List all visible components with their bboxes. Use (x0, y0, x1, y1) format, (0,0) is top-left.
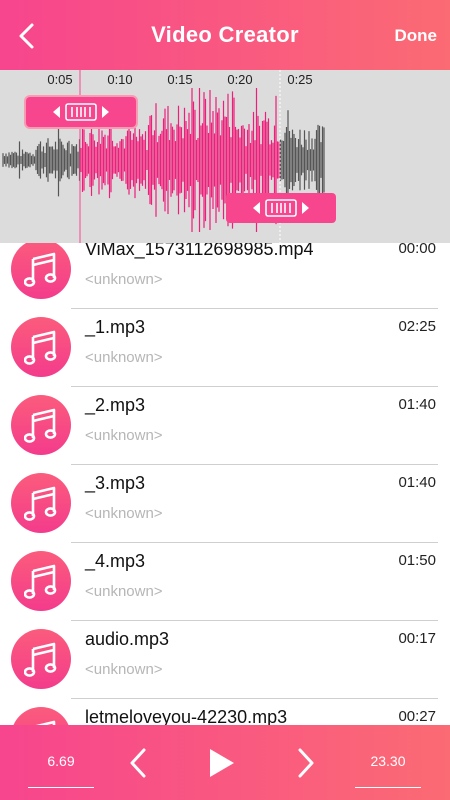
page-title: Video Creator (151, 22, 299, 47)
file-duration: 00:17 (398, 630, 436, 647)
next-button[interactable] (286, 743, 326, 783)
list-item[interactable]: _2.mp3 <unknown> 01:40 (0, 387, 450, 465)
list-item[interactable]: audio.mp3 <unknown> 00:17 (0, 621, 450, 699)
avatar (11, 243, 71, 299)
drag-handle-icon (253, 199, 309, 217)
divider (355, 787, 421, 788)
file-name: _1.mp3 (85, 317, 146, 337)
list-item[interactable]: _4.mp3 <unknown> 01:50 (0, 543, 450, 621)
avatar (11, 473, 71, 533)
file-duration: 00:27 (398, 708, 436, 725)
file-duration: 01:50 (398, 552, 436, 569)
play-button[interactable] (201, 743, 241, 783)
file-duration: 00:00 (398, 243, 436, 257)
previous-button[interactable] (118, 743, 158, 783)
timeline-label: 0:15 (167, 72, 193, 87)
list-item[interactable]: _3.mp3 <unknown> 01:40 (0, 465, 450, 543)
play-icon (210, 749, 234, 777)
music-note-icon (24, 564, 57, 599)
file-artist: <unknown> (85, 271, 163, 288)
list-item[interactable]: ViMax_1573112698985.mp4 <unknown> 00:00 (0, 243, 450, 309)
music-note-icon (24, 642, 57, 677)
timeline-label: 0:25 (287, 72, 313, 87)
chevron-left-icon (130, 748, 146, 778)
file-name: _3.mp3 (85, 473, 146, 493)
end-time-field[interactable]: 23.30 (355, 753, 421, 788)
audio-file-list[interactable]: ViMax_1573112698985.mp4 <unknown> 00:00 _1.… (0, 243, 450, 725)
music-note-icon (24, 252, 57, 287)
avatar (11, 707, 71, 725)
timeline-label: 0:05 (47, 72, 73, 87)
avatar (11, 395, 71, 455)
file-artist: <unknown> (85, 583, 163, 600)
file-name: letmeloveyou-42230.mp3 (85, 707, 288, 725)
done-button[interactable]: Done (395, 26, 438, 46)
file-duration: 01:40 (398, 396, 436, 413)
start-time-field[interactable]: 6.69 (28, 753, 94, 788)
avatar (11, 551, 71, 611)
trim-end-handle[interactable] (226, 193, 336, 223)
file-name: audio.mp3 (85, 629, 170, 649)
file-artist: <unknown> (85, 427, 163, 444)
file-name: _4.mp3 (85, 551, 146, 571)
timeline-label: 0:20 (227, 72, 253, 87)
file-name: ViMax_1573112698985.mp4 (85, 243, 314, 259)
divider (28, 787, 94, 788)
playback-controls: 6.69 23.30 (0, 725, 450, 800)
audio-waveform (2, 70, 325, 243)
file-duration: 01:40 (398, 474, 436, 491)
file-artist: <unknown> (85, 661, 163, 678)
app-header: Video Creator Done (0, 0, 450, 70)
file-duration: 02:25 (398, 318, 436, 335)
music-note-icon (24, 486, 57, 521)
file-artist: <unknown> (85, 349, 163, 366)
avatar (11, 629, 71, 689)
music-note-icon (24, 330, 57, 365)
waveform-editor[interactable]: 0:05 0:10 0:15 0:20 0:25 (0, 70, 450, 243)
timeline-label: 0:10 (107, 72, 133, 87)
list-item[interactable]: _1.mp3 <unknown> 02:25 (0, 309, 450, 387)
list-item[interactable]: letmeloveyou-42230.mp3<unknown>00:27 (0, 699, 450, 725)
music-note-icon (24, 408, 57, 443)
start-time-value: 6.69 (47, 753, 75, 769)
trim-start-handle[interactable] (26, 97, 136, 127)
end-time-value: 23.30 (370, 753, 406, 769)
file-artist: <unknown> (85, 505, 163, 522)
avatar (11, 317, 71, 377)
file-name: _2.mp3 (85, 395, 146, 415)
drag-handle-icon (53, 103, 109, 121)
chevron-right-icon (298, 748, 314, 778)
